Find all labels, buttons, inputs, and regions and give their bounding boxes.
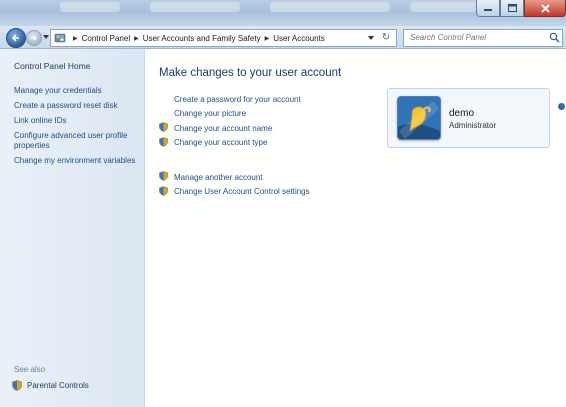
advanced-profile-properties-link[interactable]: Configure advanced user profile properti… [14,131,138,151]
recent-pages-dropdown[interactable] [43,35,49,39]
user-accounts-window: ▶ Control Panel ▶ User Accounts and Fami… [0,0,566,407]
uac-shield-icon [159,136,168,147]
address-dropdown-icon[interactable] [368,36,374,40]
link-online-ids-link[interactable]: Link online IDs [14,116,138,126]
breadcrumb-separator[interactable]: ▶ [134,35,139,42]
avatar [397,96,441,140]
action-label[interactable]: Manage another account [174,173,263,182]
change-account-name-link[interactable]: Change your account name [159,122,379,134]
action-label[interactable]: Change your account type [174,138,267,147]
refresh-icon[interactable]: ↻ [379,31,393,44]
account-name: demo [449,108,475,119]
breadcrumb-item[interactable]: User Accounts and Family Safety [143,34,261,43]
minimize-button[interactable] [476,0,500,17]
page-title: Make changes to your user account [159,67,342,79]
change-picture-link[interactable]: Change your picture [159,108,379,120]
manage-another-account-link[interactable]: Manage another account [159,171,379,183]
breadcrumb-separator[interactable]: ▶ [265,35,270,42]
back-button[interactable] [6,28,26,48]
breadcrumb-separator[interactable]: ▶ [73,35,78,42]
parental-controls-link[interactable]: Parental Controls [12,380,89,391]
uac-shield-icon [159,171,168,181]
title-bar-blur [270,2,390,12]
task-links: Manage your credentials Create a passwor… [14,86,138,171]
manage-credentials-link[interactable]: Manage your credentials [14,86,138,96]
uac-shield-icon [159,185,168,196]
environment-variables-link[interactable]: Change my environment variables [14,156,138,166]
control-panel-icon [54,33,66,43]
close-button[interactable] [524,0,566,17]
account-role: Administrator [449,121,497,130]
breadcrumb-item[interactable]: Control Panel [82,34,130,43]
search-box[interactable] [403,29,563,47]
change-account-type-link[interactable]: Change your account type [159,136,379,149]
forward-button[interactable] [26,30,42,46]
main-content: Make changes to your user account Create… [145,49,566,407]
uac-settings-link[interactable]: Change User Account Control settings [159,185,379,198]
see-also-label: See also [14,365,46,374]
search-input[interactable] [410,31,540,44]
user-picture-icon [398,97,440,139]
user-account-card: demo Administrator [387,88,550,148]
create-password-link[interactable]: Create a password for your account [159,93,379,105]
uac-shield-icon [12,380,22,391]
maximize-icon [507,4,517,12]
navigation-pane: Control Panel Home Manage your credentia… [0,49,145,407]
action-label[interactable]: Change User Account Control settings [174,187,310,196]
help-icon[interactable] [558,103,565,110]
forward-arrow-icon [31,35,37,41]
password-reset-disk-link[interactable]: Create a password reset disk [14,101,138,111]
search-icon[interactable] [549,32,560,43]
maximize-button[interactable] [500,0,524,17]
window-controls [476,0,566,18]
control-panel-home-link[interactable]: Control Panel Home [14,61,91,71]
address-bar: ▶ Control Panel ▶ User Accounts and Fami… [0,26,566,49]
breadcrumb-item[interactable]: User Accounts [273,34,325,43]
action-label[interactable]: Create a password for your account [174,95,301,104]
title-bar-blur [60,2,120,12]
title-bar [0,0,566,26]
action-label[interactable]: Change your account name [174,124,272,133]
uac-shield-icon [159,122,168,132]
title-bar-blur [410,2,480,12]
title-bar-blur [150,2,240,12]
close-icon [540,3,550,13]
minimize-icon [484,9,492,11]
parental-controls-label[interactable]: Parental Controls [27,381,89,390]
action-label[interactable]: Change your picture [174,109,246,118]
back-arrow-icon [11,34,19,42]
breadcrumb[interactable]: ▶ Control Panel ▶ User Accounts and Fami… [50,29,397,47]
account-actions: Create a password for your account Chang… [159,93,379,200]
